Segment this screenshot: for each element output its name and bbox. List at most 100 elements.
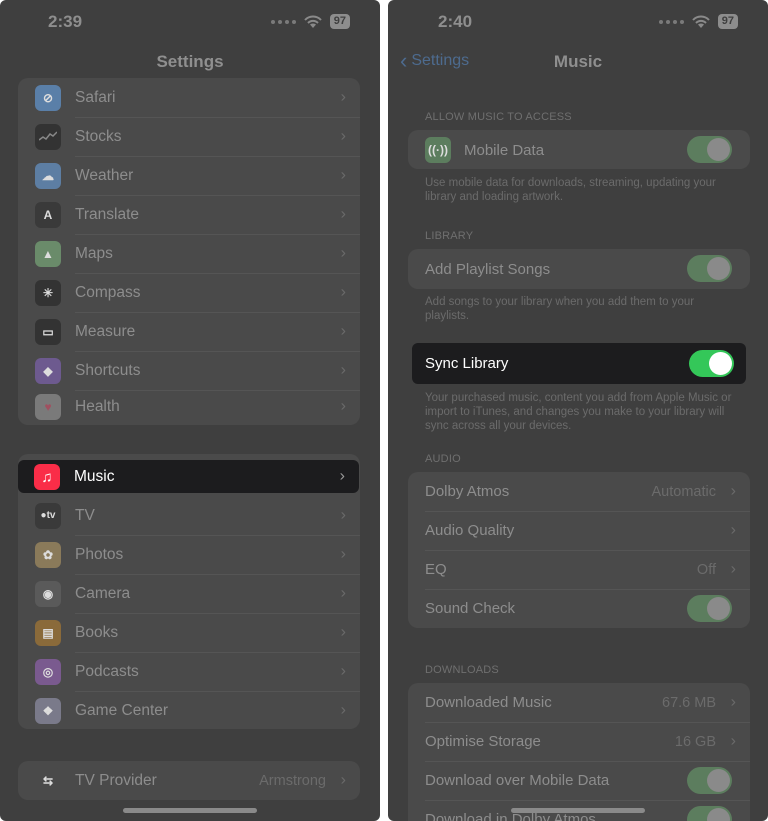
settings-row-safari[interactable]: ⊘ Safari › — [18, 78, 360, 117]
chevron-right-icon: › — [340, 771, 346, 789]
row-label: Shortcuts — [75, 361, 141, 379]
dolby-atmos-row[interactable]: Dolby Atmos Automatic › — [408, 472, 750, 511]
row-label: TV Provider — [75, 771, 157, 789]
row-value: 67.6 MB — [662, 694, 716, 711]
stocks-icon — [35, 123, 61, 150]
weather-icon: ☁ — [35, 162, 61, 189]
row-label: Compass — [75, 283, 141, 301]
download-mobile-data-toggle[interactable] — [687, 767, 732, 794]
settings-group-allow: ((·)) Mobile Data — [408, 130, 750, 169]
section-footer: Add songs to your library when you add t… — [425, 296, 695, 322]
settings-group-audio: Dolby Atmos Automatic › Audio Quality › … — [408, 472, 750, 628]
chevron-right-icon: › — [730, 693, 736, 711]
row-label: Photos — [75, 545, 124, 563]
settings-screen: 2:39 97 Settings ⊘ Safari › Stocks › ☁ W… — [0, 0, 380, 821]
row-label: Downloaded Music — [425, 694, 552, 711]
add-playlist-label: Add Playlist Songs — [425, 261, 551, 278]
chevron-right-icon: › — [340, 545, 346, 563]
photos-icon: ✿ — [35, 541, 61, 568]
optimise-storage-row[interactable]: Optimise Storage 16 GB › — [408, 722, 750, 761]
book-icon: ▤ — [35, 619, 61, 646]
row-label: Sound Check — [425, 600, 516, 617]
row-label: Weather — [75, 166, 134, 184]
settings-row-books[interactable]: ▤ Books › — [18, 613, 360, 652]
chevron-right-icon: › — [340, 506, 346, 524]
ruler-icon: ▭ — [35, 318, 61, 345]
settings-group-downloads: Downloaded Music 67.6 MB › Optimise Stor… — [408, 683, 750, 821]
settings-row-music[interactable]: ♫ Music › — [18, 460, 359, 493]
section-header-allow: ALLOW MUSIC TO ACCESS — [425, 111, 572, 123]
shortcuts-icon: ◆ — [35, 357, 61, 384]
settings-row-game-center[interactable]: ❖ Game Center › — [18, 691, 360, 730]
add-playlist-toggle[interactable] — [687, 255, 732, 282]
chevron-right-icon: › — [340, 623, 346, 641]
podcast-icon: ◎ — [35, 658, 61, 685]
row-label: Measure — [75, 322, 136, 340]
settings-row-stocks[interactable]: Stocks › — [18, 117, 360, 156]
sync-library-label: Sync Library — [425, 355, 509, 372]
camera-icon: ◉ — [35, 580, 61, 607]
section-footer: Your purchased music, content you add fr… — [425, 392, 732, 432]
sync-library-row[interactable]: Sync Library — [412, 343, 746, 384]
settings-row-camera[interactable]: ◉ Camera › — [18, 574, 360, 613]
settings-group-library: Add Playlist Songs — [408, 249, 750, 289]
row-label: Camera — [75, 584, 131, 602]
row-label: Dolby Atmos — [425, 483, 510, 500]
row-label: Translate — [75, 205, 140, 223]
chevron-right-icon: › — [340, 584, 346, 602]
row-label: TV — [75, 506, 95, 524]
mobile-data-toggle[interactable] — [687, 136, 732, 163]
downloaded-music-row[interactable]: Downloaded Music 67.6 MB › — [408, 683, 750, 722]
home-indicator[interactable] — [511, 808, 645, 813]
sound-check-row: Sound Check — [408, 589, 750, 628]
section-header-downloads: DOWNLOADS — [425, 664, 499, 676]
settings-row-shortcuts[interactable]: ◆ Shortcuts › — [18, 351, 360, 390]
settings-row-measure[interactable]: ▭ Measure › — [18, 312, 360, 351]
settings-row-translate[interactable]: A Translate › — [18, 195, 360, 234]
battery-icon: 97 — [329, 14, 350, 29]
chevron-right-icon: › — [340, 322, 346, 340]
row-value: Off — [696, 561, 716, 578]
row-label: Music — [74, 468, 115, 485]
chevron-right-icon: › — [340, 662, 346, 680]
chevron-right-icon: › — [730, 521, 736, 539]
music-note-icon: ♫ — [34, 464, 60, 490]
settings-group-media-rows: ●tv TV › ✿ Photos › ◉ Camera › ▤ Books ›… — [18, 496, 360, 729]
status-icons: 97 — [270, 14, 350, 29]
chevron-right-icon: › — [340, 88, 346, 106]
antenna-icon: ((·)) — [425, 137, 451, 163]
settings-row-photos[interactable]: ✿ Photos › — [18, 535, 360, 574]
chevron-right-icon: › — [339, 467, 345, 485]
game-center-icon: ❖ — [35, 697, 61, 724]
row-label: EQ — [425, 561, 447, 578]
row-label: Optimise Storage — [425, 733, 541, 750]
row-value: Armstrong — [259, 772, 326, 789]
row-label: Maps — [75, 244, 113, 262]
settings-group-apps: ⊘ Safari › Stocks › ☁ Weather › A Transl… — [18, 78, 360, 425]
settings-row-compass[interactable]: ✳ Compass › — [18, 273, 360, 312]
settings-row-tv[interactable]: ●tv TV › — [18, 496, 360, 535]
download-dolby-toggle[interactable] — [687, 806, 732, 821]
settings-row-maps[interactable]: ▲ Maps › — [18, 234, 360, 273]
compass-icon: ⊘ — [35, 84, 61, 111]
tv-provider-icon: ⇆ — [35, 767, 61, 794]
settings-row-health[interactable]: ♥ Health › — [18, 387, 360, 426]
home-indicator[interactable] — [123, 808, 257, 813]
row-value: 16 GB — [674, 733, 716, 750]
maps-icon: ▲ — [35, 240, 61, 267]
row-label: Download over Mobile Data — [425, 772, 610, 789]
tv-icon: ●tv — [35, 502, 61, 529]
download-mobile-data-row: Download over Mobile Data — [408, 761, 750, 800]
chevron-right-icon: › — [340, 244, 346, 262]
wifi-icon — [304, 15, 322, 28]
settings-row-tv-provider[interactable]: ⇆ TV Provider Armstrong › — [18, 761, 360, 800]
eq-row[interactable]: EQ Off › — [408, 550, 750, 589]
settings-row-weather[interactable]: ☁ Weather › — [18, 156, 360, 195]
sound-check-toggle[interactable] — [687, 595, 732, 622]
chevron-right-icon: › — [340, 205, 346, 223]
settings-row-podcasts[interactable]: ◎ Podcasts › — [18, 652, 360, 691]
audio-quality-row[interactable]: Audio Quality › — [408, 511, 750, 550]
signal-icon — [270, 19, 296, 24]
row-label: Game Center — [75, 701, 169, 719]
sync-library-toggle[interactable] — [689, 350, 734, 377]
